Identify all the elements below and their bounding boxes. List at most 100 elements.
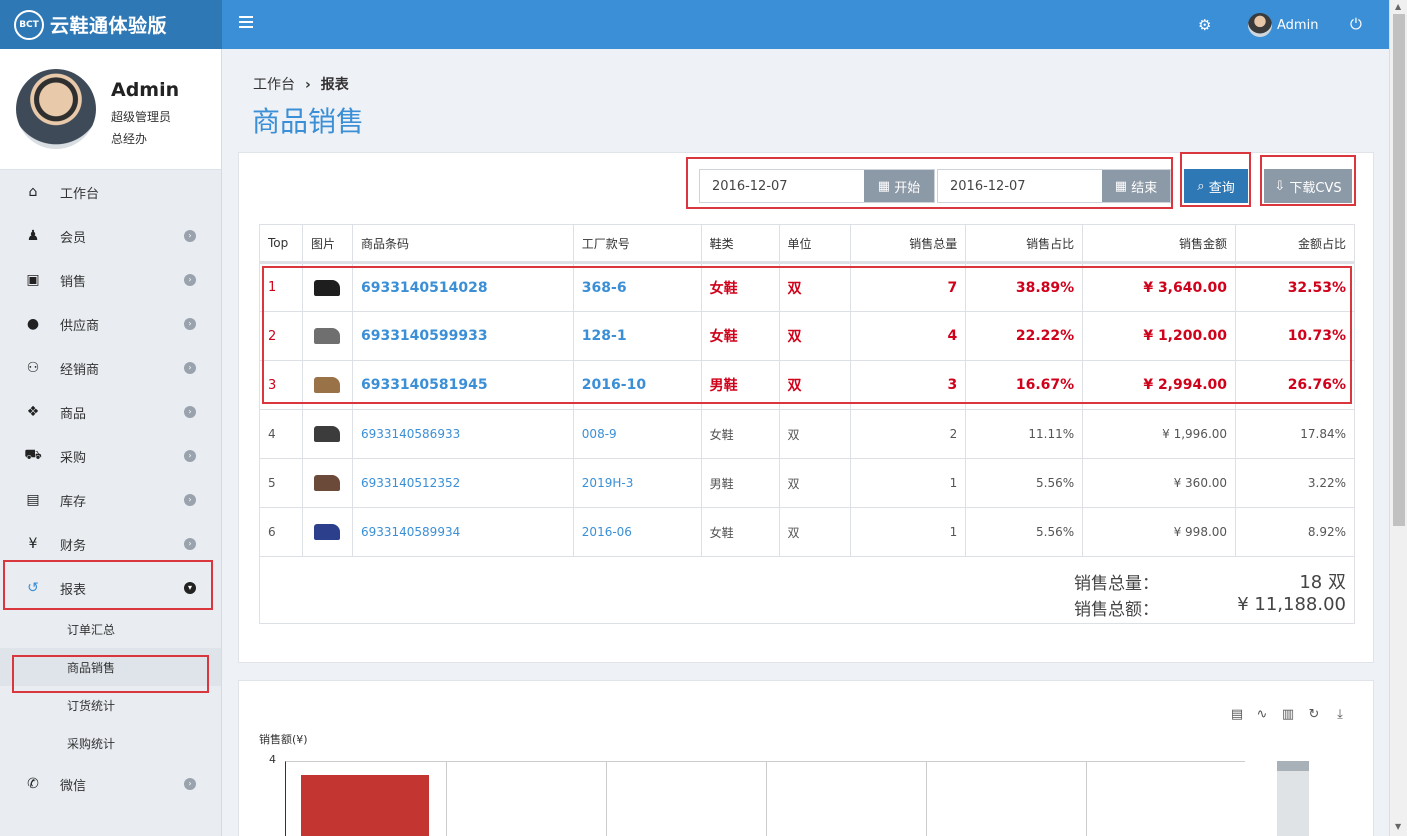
end-date-input[interactable]	[938, 170, 1102, 202]
sidebar: Admin 超级管理员 总经办 ⌂ 工作台 ♟ 会员 › ▣ 销售 › ● 供应商 › ⚇ 经销商 › ❖ 商…	[0, 49, 222, 836]
cell-style[interactable]: 128-1	[572, 311, 702, 361]
table-row[interactable]: 3 6933140581945 2016-10 男鞋双 3 16.67% ¥ 2,994.0…	[259, 360, 1355, 410]
scroll-up-arrow-icon[interactable]: ▲	[1395, 2, 1401, 11]
cell-barcode[interactable]: 6933140599933	[351, 311, 574, 361]
home-icon: ⌂	[28, 184, 38, 200]
sidebar-item-label: 采购	[60, 450, 87, 466]
total-amount-label: 销售总额：	[1074, 600, 1159, 620]
cell-kind: 男鞋	[700, 458, 780, 508]
brand[interactable]: BCT 云鞋通体验版	[0, 0, 222, 49]
table-row[interactable]: 2 6933140599933 128-1 女鞋双 4 22.22% ¥ 1,200.00 1…	[259, 311, 1355, 361]
col-qty-pct[interactable]: 销售占比	[965, 224, 1084, 264]
cell-barcode[interactable]: 6933140581945	[351, 360, 574, 410]
cell-style[interactable]: 368-6	[572, 262, 702, 312]
line-chart-icon[interactable]: ∿	[1254, 707, 1270, 723]
shoe-thumbnail	[314, 328, 341, 344]
sidebar-item-inventory[interactable]: ▤ 库存 ›	[0, 478, 221, 522]
table-row[interactable]: 6 6933140589934 2016-06 女鞋双 1 5.56% ¥ 998.00 8.…	[259, 507, 1355, 557]
chevron-down-icon: ▾	[184, 582, 196, 594]
cell-barcode[interactable]: 6933140512352	[351, 458, 574, 508]
person-icon: ♟	[26, 228, 40, 244]
hamburger-menu-icon[interactable]	[239, 16, 253, 30]
col-kind[interactable]: 鞋类	[700, 224, 780, 264]
submenu-item-label: 订货统计	[67, 699, 116, 713]
submenu-item-label: 订单汇总	[67, 623, 116, 637]
table-row[interactable]: 5 6933140512352 2019H-3 男鞋双 1 5.56% ¥ 360.00 3.…	[259, 458, 1355, 508]
cell-style[interactable]: 2019H-3	[572, 458, 702, 508]
refresh-icon[interactable]: ↻	[1306, 707, 1322, 723]
page-scrollbar[interactable]: ▲ ▼	[1389, 0, 1407, 836]
submenu-item[interactable]: 订货统计	[0, 686, 221, 724]
col-qty[interactable]: 销售总量	[850, 224, 967, 264]
cell-amount: ¥ 1,996.00	[1082, 409, 1237, 459]
scrollbar-thumb[interactable]	[1393, 14, 1405, 526]
table-row[interactable]: 4 6933140586933 008-9 女鞋双 2 11.11% ¥ 1,996.00 1…	[259, 409, 1355, 459]
col-amount[interactable]: 销售金额	[1082, 224, 1237, 264]
sidebar-item-person[interactable]: ♟ 会员 ›	[0, 214, 221, 258]
download-icon[interactable]: ⤓	[1332, 707, 1348, 723]
download-label: 下载CVS	[1289, 180, 1342, 196]
cell-rank: 1	[259, 262, 303, 312]
end-date-button[interactable]: ▦ 结束	[1102, 170, 1170, 202]
cell-style[interactable]: 2016-06	[572, 507, 702, 557]
profile-dept: 总经办	[111, 132, 148, 146]
cell-style[interactable]: 2016-10	[572, 360, 702, 410]
submenu-item[interactable]: 采购统计	[0, 724, 221, 762]
top-navbar: ⚙ Admin ⏻	[222, 0, 1389, 49]
start-date-button[interactable]: ▦ 开始	[864, 170, 934, 202]
sidebar-item-users[interactable]: ⚇ 经销商 ›	[0, 346, 221, 390]
avatar	[1248, 13, 1272, 37]
col-unit[interactable]: 单位	[778, 224, 852, 264]
start-date-group: ▦ 开始	[699, 169, 935, 203]
users-icon: ⚇	[26, 360, 40, 376]
power-icon[interactable]: ⏻	[1350, 15, 1362, 33]
cell-rank: 4	[259, 409, 303, 459]
grid-line	[606, 762, 607, 836]
cell-barcode[interactable]: 6933140589934	[351, 507, 574, 557]
col-amount-pct[interactable]: 金额占比	[1235, 224, 1355, 264]
data-view-icon[interactable]: ▤	[1229, 707, 1245, 723]
col-top[interactable]: Top	[259, 224, 303, 264]
cubes-icon: ❖	[26, 404, 40, 420]
sidebar-item-wechat[interactable]: ✆ 微信 ›	[0, 762, 221, 806]
chevron-right-icon: ›	[184, 230, 196, 242]
sidebar-item-yen[interactable]: ¥ 财务 ›	[0, 522, 221, 566]
cell-qty_pct: 38.89%	[965, 262, 1084, 312]
cell-amount_pct: 17.84%	[1235, 409, 1355, 459]
start-date-input[interactable]	[700, 170, 864, 202]
breadcrumb-home[interactable]: 工作台	[253, 77, 295, 93]
sidebar-item-label: 销售	[60, 274, 87, 290]
data-zoom-handle[interactable]	[1277, 761, 1309, 771]
sidebar-item-home[interactable]: ⌂ 工作台	[0, 170, 221, 214]
cell-unit: 双	[778, 360, 852, 410]
cell-amount_pct: 32.53%	[1235, 262, 1355, 312]
scroll-down-arrow-icon[interactable]: ▼	[1395, 822, 1401, 831]
gear-icon[interactable]: ⚙	[1198, 16, 1211, 34]
table-row[interactable]: 1 6933140514028 368-6 女鞋双 7 38.89% ¥ 3,640.00 3…	[259, 262, 1355, 312]
submenu-item[interactable]: 订单汇总	[0, 610, 221, 648]
col-style[interactable]: 工厂款号	[572, 224, 702, 264]
query-button[interactable]: ⌕ 查询	[1184, 169, 1248, 203]
y-tick-label: 4	[269, 753, 276, 766]
chart-bar[interactable]	[301, 775, 429, 836]
cell-qty_pct: 22.22%	[965, 311, 1084, 361]
sidebar-item-cubes[interactable]: ❖ 商品 ›	[0, 390, 221, 434]
cell-barcode[interactable]: 6933140586933	[351, 409, 574, 459]
sidebar-item-money[interactable]: ▣ 销售 ›	[0, 258, 221, 302]
sidebar-item-cart[interactable]: ⛟ 采购 ›	[0, 434, 221, 478]
user-menu[interactable]: Admin	[1248, 13, 1318, 37]
submenu-item[interactable]: 商品销售	[0, 648, 221, 686]
cell-barcode[interactable]: 6933140514028	[351, 262, 574, 312]
sidebar-item-user[interactable]: ● 供应商 ›	[0, 302, 221, 346]
data-zoom-slider[interactable]	[1277, 761, 1309, 836]
download-csv-button[interactable]: ⇩ 下载CVS	[1264, 169, 1352, 203]
col-barcode[interactable]: 商品条码	[351, 224, 574, 264]
sidebar-item-history[interactable]: ↺ 报表 ▾	[0, 566, 221, 610]
sidebar-item-label: 商品	[60, 406, 87, 422]
sidebar-item-label: 报表	[60, 582, 87, 598]
bar-chart-icon[interactable]: ▥	[1280, 707, 1296, 723]
grid-line	[926, 762, 927, 836]
history-icon: ↺	[27, 580, 39, 596]
wechat-icon: ✆	[27, 776, 39, 792]
cell-style[interactable]: 008-9	[572, 409, 702, 459]
